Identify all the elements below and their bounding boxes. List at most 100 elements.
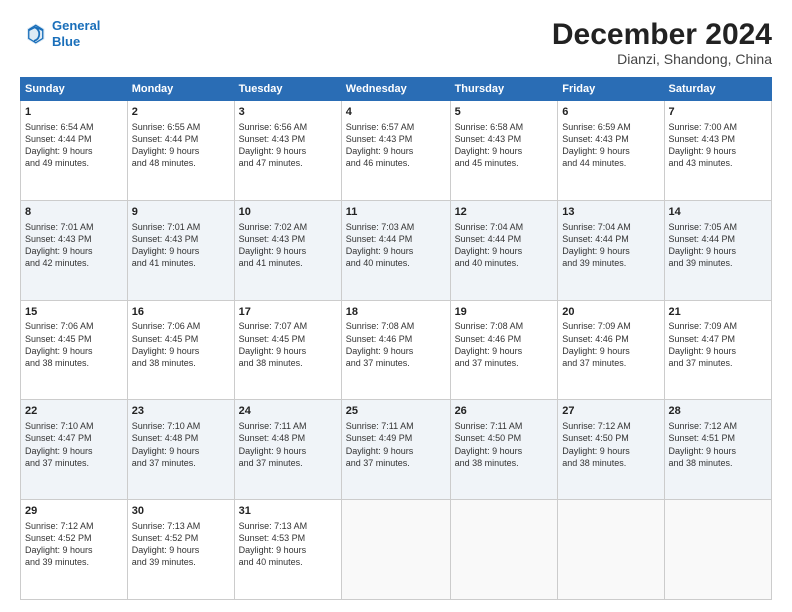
calendar-header-row: SundayMondayTuesdayWednesdayThursdayFrid… <box>21 78 772 101</box>
calendar-cell: 12Sunrise: 7:04 AMSunset: 4:44 PMDayligh… <box>450 200 558 300</box>
day-number: 20 <box>562 305 659 320</box>
calendar-week-1: 1Sunrise: 6:54 AMSunset: 4:44 PMDaylight… <box>21 101 772 201</box>
calendar-cell: 7Sunrise: 7:00 AMSunset: 4:43 PMDaylight… <box>664 101 771 201</box>
day-info: Sunrise: 7:06 AMSunset: 4:45 PMDaylight:… <box>132 320 230 369</box>
day-info: Sunrise: 7:11 AMSunset: 4:50 PMDaylight:… <box>455 420 554 469</box>
calendar-cell: 6Sunrise: 6:59 AMSunset: 4:43 PMDaylight… <box>558 101 664 201</box>
day-number: 4 <box>346 105 446 120</box>
day-info: Sunrise: 7:11 AMSunset: 4:48 PMDaylight:… <box>239 420 337 469</box>
calendar-subtitle: Dianzi, Shandong, China <box>552 51 772 67</box>
day-number: 17 <box>239 305 337 320</box>
day-number: 5 <box>455 105 554 120</box>
calendar-cell: 25Sunrise: 7:11 AMSunset: 4:49 PMDayligh… <box>341 400 450 500</box>
calendar-cell: 31Sunrise: 7:13 AMSunset: 4:53 PMDayligh… <box>234 500 341 600</box>
day-info: Sunrise: 7:08 AMSunset: 4:46 PMDaylight:… <box>346 320 446 369</box>
calendar-cell: 5Sunrise: 6:58 AMSunset: 4:43 PMDaylight… <box>450 101 558 201</box>
calendar-cell: 21Sunrise: 7:09 AMSunset: 4:47 PMDayligh… <box>664 300 771 400</box>
logo: General Blue <box>20 18 100 49</box>
day-info: Sunrise: 7:12 AMSunset: 4:51 PMDaylight:… <box>669 420 767 469</box>
calendar-cell: 24Sunrise: 7:11 AMSunset: 4:48 PMDayligh… <box>234 400 341 500</box>
page: General Blue December 2024 Dianzi, Shand… <box>0 0 792 612</box>
logo-icon <box>20 20 48 48</box>
col-header-monday: Monday <box>127 78 234 101</box>
calendar-cell <box>450 500 558 600</box>
logo-line1: General <box>52 18 100 33</box>
day-number: 15 <box>25 305 123 320</box>
day-info: Sunrise: 6:59 AMSunset: 4:43 PMDaylight:… <box>562 121 659 170</box>
day-info: Sunrise: 7:09 AMSunset: 4:46 PMDaylight:… <box>562 320 659 369</box>
calendar-week-3: 15 Sunrise: 7:06 AMSunset: 4:45 PMDayligh… <box>21 300 772 400</box>
day-number: 31 <box>239 504 337 519</box>
day-number: 13 <box>562 205 659 220</box>
calendar-cell: 22Sunrise: 7:10 AMSunset: 4:47 PMDayligh… <box>21 400 128 500</box>
day-number: 10 <box>239 205 337 220</box>
calendar-cell <box>664 500 771 600</box>
day-info: Sunrise: 7:09 AMSunset: 4:47 PMDaylight:… <box>669 320 767 369</box>
day-number: 11 <box>346 205 446 220</box>
calendar-week-4: 22Sunrise: 7:10 AMSunset: 4:47 PMDayligh… <box>21 400 772 500</box>
day-info: Sunrise: 7:07 AMSunset: 4:45 PMDaylight:… <box>239 320 337 369</box>
day-info: Sunrise: 7:13 AMSunset: 4:53 PMDaylight:… <box>239 520 337 569</box>
day-number: 7 <box>669 105 767 120</box>
day-info: Sunrise: 7:04 AMSunset: 4:44 PMDaylight:… <box>455 221 554 270</box>
calendar-cell: 15Sunrise: 7:06 AMSunset: 4:45 PMDayligh… <box>21 300 128 400</box>
calendar-cell: 8Sunrise: 7:01 AMSunset: 4:43 PMDaylight… <box>21 200 128 300</box>
calendar-table: SundayMondayTuesdayWednesdayThursdayFrid… <box>20 77 772 600</box>
day-info: Sunrise: 7:01 AMSunset: 4:43 PMDaylight:… <box>132 221 230 270</box>
calendar-cell: 28Sunrise: 7:12 AMSunset: 4:51 PMDayligh… <box>664 400 771 500</box>
day-number: 8 <box>25 205 123 220</box>
col-header-sunday: Sunday <box>21 78 128 101</box>
day-info: Sunrise: 7:12 AMSunset: 4:52 PMDaylight:… <box>25 520 123 569</box>
day-number: 12 <box>455 205 554 220</box>
calendar-week-2: 8Sunrise: 7:01 AMSunset: 4:43 PMDaylight… <box>21 200 772 300</box>
calendar-cell: 11Sunrise: 7:03 AMSunset: 4:44 PMDayligh… <box>341 200 450 300</box>
calendar-cell: 23Sunrise: 7:10 AMSunset: 4:48 PMDayligh… <box>127 400 234 500</box>
day-number: 27 <box>562 404 659 419</box>
day-number: 24 <box>239 404 337 419</box>
calendar-cell: 14Sunrise: 7:05 AMSunset: 4:44 PMDayligh… <box>664 200 771 300</box>
calendar-cell: 9Sunrise: 7:01 AMSunset: 4:43 PMDaylight… <box>127 200 234 300</box>
day-info: Sunrise: 7:01 AMSunset: 4:43 PMDaylight:… <box>25 221 123 270</box>
header: General Blue December 2024 Dianzi, Shand… <box>20 18 772 67</box>
col-header-wednesday: Wednesday <box>341 78 450 101</box>
day-info: Sunrise: 7:00 AMSunset: 4:43 PMDaylight:… <box>669 121 767 170</box>
day-number: 3 <box>239 105 337 120</box>
col-header-saturday: Saturday <box>664 78 771 101</box>
calendar-cell: 16Sunrise: 7:06 AMSunset: 4:45 PMDayligh… <box>127 300 234 400</box>
calendar-cell: 17Sunrise: 7:07 AMSunset: 4:45 PMDayligh… <box>234 300 341 400</box>
day-info: Sunrise: 6:54 AMSunset: 4:44 PMDaylight:… <box>25 121 123 170</box>
calendar-cell <box>341 500 450 600</box>
calendar-cell: 26Sunrise: 7:11 AMSunset: 4:50 PMDayligh… <box>450 400 558 500</box>
day-info: Sunrise: 7:08 AMSunset: 4:46 PMDaylight:… <box>455 320 554 369</box>
day-number: 21 <box>669 305 767 320</box>
day-info: Sunrise: 6:55 AMSunset: 4:44 PMDaylight:… <box>132 121 230 170</box>
day-number: 2 <box>132 105 230 120</box>
day-number: 25 <box>346 404 446 419</box>
calendar-cell: 30Sunrise: 7:13 AMSunset: 4:52 PMDayligh… <box>127 500 234 600</box>
col-header-friday: Friday <box>558 78 664 101</box>
day-info: Sunrise: 7:12 AMSunset: 4:50 PMDaylight:… <box>562 420 659 469</box>
calendar-cell: 27Sunrise: 7:12 AMSunset: 4:50 PMDayligh… <box>558 400 664 500</box>
calendar-cell: 19Sunrise: 7:08 AMSunset: 4:46 PMDayligh… <box>450 300 558 400</box>
calendar-cell: 2Sunrise: 6:55 AMSunset: 4:44 PMDaylight… <box>127 101 234 201</box>
day-number: 23 <box>132 404 230 419</box>
title-block: December 2024 Dianzi, Shandong, China <box>552 18 772 67</box>
day-number: 26 <box>455 404 554 419</box>
day-info: Sunrise: 7:11 AMSunset: 4:49 PMDaylight:… <box>346 420 446 469</box>
calendar-cell: 10Sunrise: 7:02 AMSunset: 4:43 PMDayligh… <box>234 200 341 300</box>
day-number: 28 <box>669 404 767 419</box>
day-info: Sunrise: 6:57 AMSunset: 4:43 PMDaylight:… <box>346 121 446 170</box>
day-number: 18 <box>346 305 446 320</box>
day-number: 6 <box>562 105 659 120</box>
day-info: Sunrise: 7:10 AMSunset: 4:47 PMDaylight:… <box>25 420 123 469</box>
calendar-cell: 29Sunrise: 7:12 AMSunset: 4:52 PMDayligh… <box>21 500 128 600</box>
day-info: Sunrise: 7:05 AMSunset: 4:44 PMDaylight:… <box>669 221 767 270</box>
day-number: 14 <box>669 205 767 220</box>
calendar-cell: 3Sunrise: 6:56 AMSunset: 4:43 PMDaylight… <box>234 101 341 201</box>
logo-line2: Blue <box>52 34 80 49</box>
day-info: Sunrise: 7:10 AMSunset: 4:48 PMDaylight:… <box>132 420 230 469</box>
day-number: 16 <box>132 305 230 320</box>
calendar-cell: 4Sunrise: 6:57 AMSunset: 4:43 PMDaylight… <box>341 101 450 201</box>
calendar-cell <box>558 500 664 600</box>
day-info: Sunrise: 7:13 AMSunset: 4:52 PMDaylight:… <box>132 520 230 569</box>
